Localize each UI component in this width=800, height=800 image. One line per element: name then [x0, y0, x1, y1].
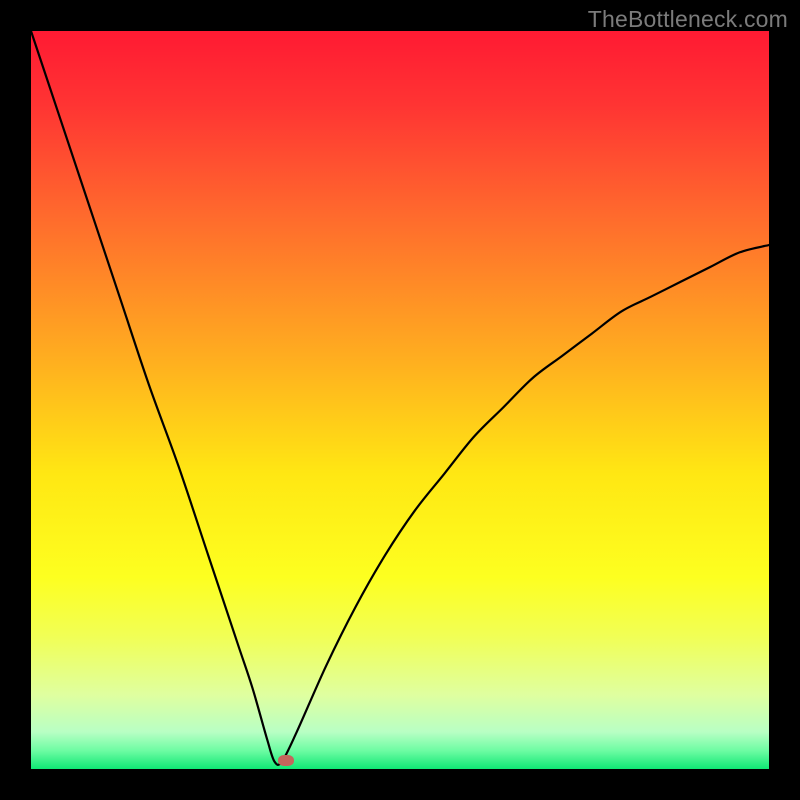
- watermark-text: TheBottleneck.com: [588, 6, 788, 33]
- optimum-marker: [278, 755, 294, 766]
- plot-area: [31, 31, 769, 769]
- bottleneck-curve: [31, 31, 769, 769]
- chart-frame: TheBottleneck.com: [0, 0, 800, 800]
